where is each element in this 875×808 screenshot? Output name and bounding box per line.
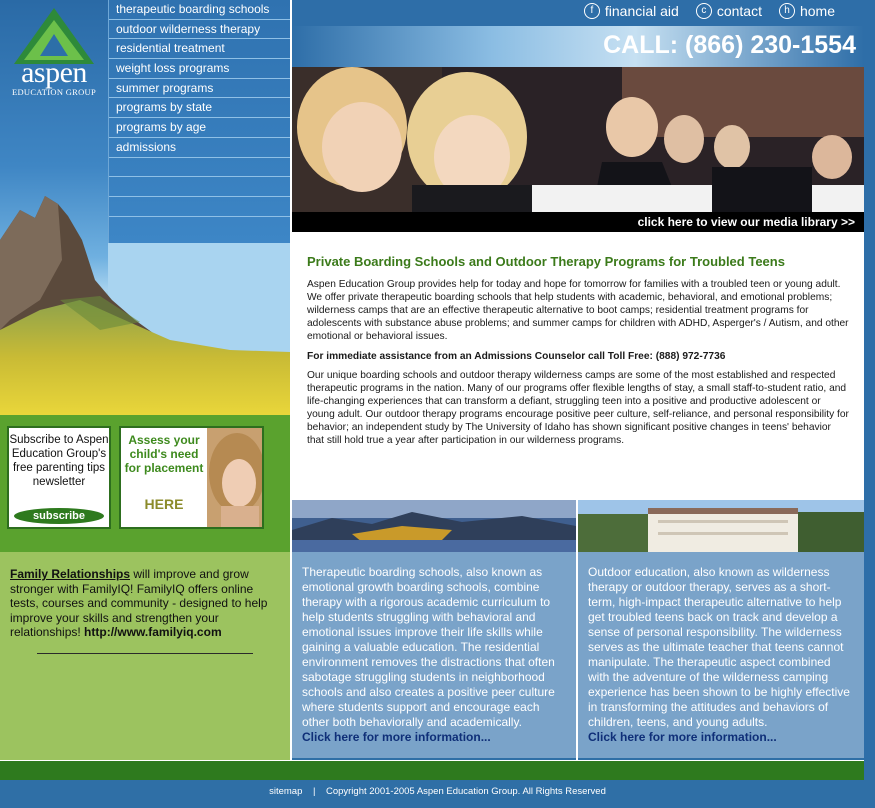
assess-here-link[interactable]: HERE	[121, 496, 207, 512]
logo-wordmark: aspen	[21, 56, 87, 89]
call-banner: CALL: (866) 230-1554	[292, 26, 864, 67]
financial-aid-label: financial aid	[604, 3, 679, 19]
media-library-link[interactable]: click here to view our media library >>	[638, 215, 855, 229]
nav-empty-row	[109, 177, 290, 197]
nav-item-weight-loss-programs[interactable]: weight loss programs	[109, 59, 290, 79]
top-bar: f financial aid c contact h home	[292, 0, 875, 26]
sitemap-link[interactable]: sitemap	[269, 786, 302, 797]
logo-subtitle: EDUCATION GROUP	[11, 87, 97, 97]
copyright-text: Copyright 2001-2005 Aspen Education Grou…	[325, 786, 606, 797]
nav-item-therapeutic-boarding-schools[interactable]: therapeutic boarding schools	[109, 0, 290, 20]
nav-item-summer-programs[interactable]: summer programs	[109, 79, 290, 99]
lake-landscape-image	[292, 500, 576, 552]
teen-girl-photo	[207, 428, 262, 527]
newsletter-subscribe-box[interactable]: Subscribe to Aspen Education Group's fre…	[7, 426, 111, 529]
nav-empty-row	[109, 197, 290, 217]
intro-paragraph: Aspen Education Group provides help for …	[307, 279, 849, 342]
page-title: Private Boarding Schools and Outdoor The…	[307, 254, 785, 269]
boarding-schools-panel: Therapeutic boarding schools, also known…	[292, 552, 576, 758]
nav-empty-row	[109, 158, 290, 178]
contact-label: contact	[716, 3, 762, 19]
nav-item-outdoor-wilderness-therapy[interactable]: outdoor wilderness therapy	[109, 20, 290, 40]
main-navigation: therapeutic boarding schools outdoor wil…	[108, 0, 290, 243]
boarding-schools-more-link[interactable]: Click here for more information...	[302, 730, 491, 744]
financial-aid-icon: f	[583, 3, 600, 19]
familyiq-url-link[interactable]: http://www.familyiq.com	[84, 625, 222, 639]
school-building-image	[578, 500, 864, 552]
nav-item-programs-by-state[interactable]: programs by state	[109, 98, 290, 119]
subscribe-button[interactable]: subscribe	[14, 508, 104, 524]
horizontal-rule	[37, 653, 253, 654]
nav-item-programs-by-age[interactable]: programs by age	[109, 118, 290, 138]
family-relationships-link[interactable]: Family Relationships	[10, 567, 130, 581]
financial-aid-link[interactable]: f financial aid	[583, 3, 679, 19]
call-phone-number: CALL: (866) 230-1554	[603, 31, 856, 59]
footer-separator: |	[312, 786, 316, 797]
nav-item-residential-treatment[interactable]: residential treatment	[109, 39, 290, 60]
nav-item-admissions[interactable]: admissions	[109, 138, 290, 158]
family-relationships-box: Family Relationships will improve and gr…	[0, 552, 290, 760]
newsletter-text: Subscribe to Aspen Education Group's fre…	[9, 434, 109, 488]
assess-text: Assess your child's need for placement	[124, 433, 204, 475]
programs-paragraph: Our unique boarding schools and outdoor …	[307, 370, 849, 446]
assess-placement-box[interactable]: Assess your child's need for placement H…	[119, 426, 264, 529]
top-links: f financial aid c contact h home	[583, 3, 835, 19]
home-link[interactable]: h home	[778, 3, 835, 19]
admissions-phone-text: For immediate assistance from an Admissi…	[307, 350, 726, 362]
nav-empty-row	[109, 217, 290, 237]
wilderness-therapy-text: Outdoor education, also known as wildern…	[588, 565, 850, 729]
footer-green-strip	[0, 760, 864, 780]
wilderness-therapy-more-link[interactable]: Click here for more information...	[588, 730, 777, 744]
boarding-schools-text: Therapeutic boarding schools, also known…	[302, 565, 555, 729]
wilderness-therapy-panel: Outdoor education, also known as wildern…	[578, 552, 864, 758]
media-bar: click here to view our media library >>	[292, 212, 864, 232]
footer: sitemap | Copyright 2001-2005 Aspen Educ…	[0, 786, 875, 797]
home-icon: h	[778, 3, 795, 19]
family-paragraph: Family Relationships will improve and gr…	[10, 567, 280, 640]
contact-link[interactable]: c contact	[695, 3, 762, 19]
home-label: home	[799, 3, 835, 19]
right-edge-strip	[864, 26, 875, 760]
students-classroom-photo[interactable]	[292, 67, 864, 212]
main-content: Private Boarding Schools and Outdoor The…	[292, 232, 864, 500]
contact-icon: c	[695, 3, 712, 19]
